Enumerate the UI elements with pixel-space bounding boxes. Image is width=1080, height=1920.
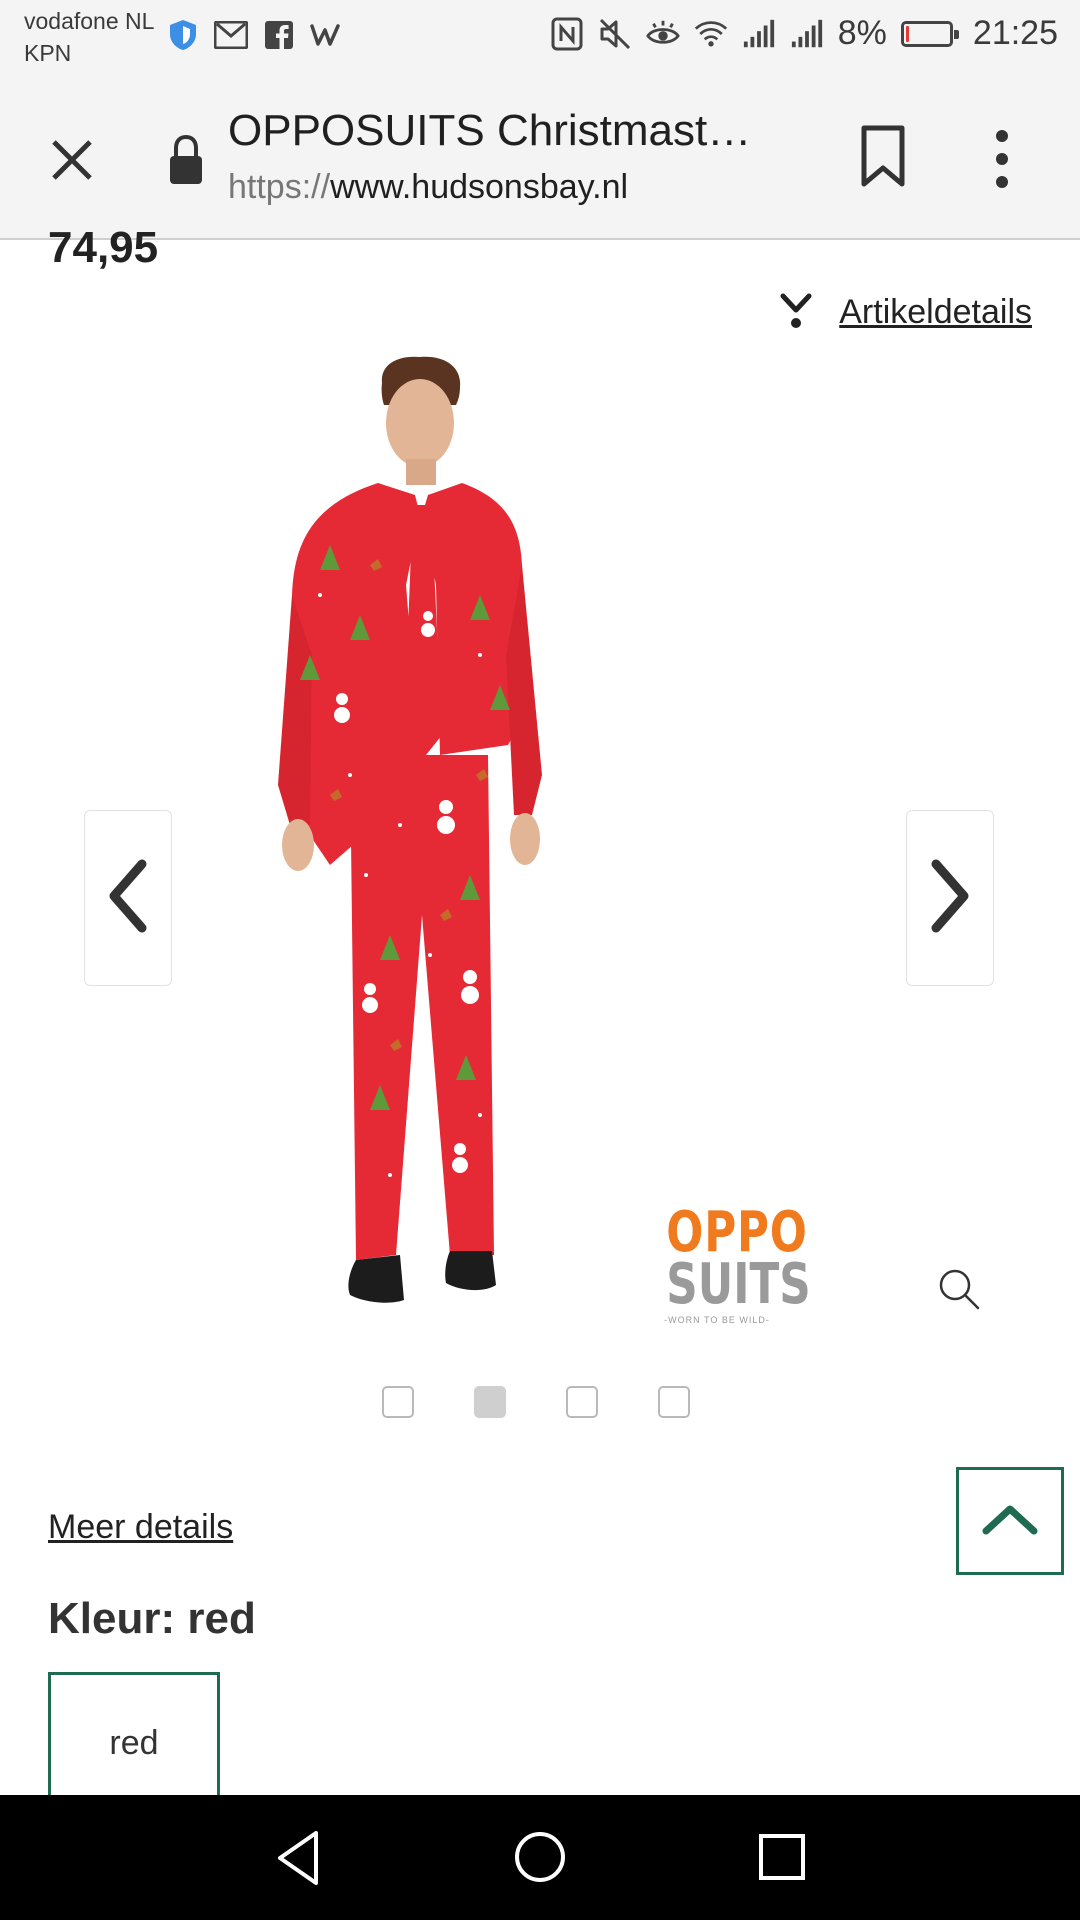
status-bar: vodafone NL KPN 8% 21:25 (0, 0, 1080, 80)
battery-level (905, 25, 909, 42)
article-details-label: Artikeldetails (839, 293, 1032, 331)
chevron-left-icon (104, 856, 152, 941)
carrier-secondary: KPN (24, 40, 72, 66)
chevron-up-icon (980, 1501, 1040, 1542)
logo-line-2: SUITS (666, 1252, 811, 1317)
scroll-to-top-button[interactable] (956, 1467, 1064, 1575)
facebook-icon (262, 18, 296, 52)
chevron-right-icon (926, 856, 974, 941)
signal-icon (742, 17, 776, 51)
product-image[interactable] (270, 355, 590, 1315)
battery-percent: 8% (837, 14, 887, 52)
wish-icon (310, 18, 344, 52)
color-heading: Kleur: red (48, 1594, 256, 1643)
back-icon[interactable] (270, 1827, 330, 1889)
url-bar[interactable]: https://www.hudsonsbay.nl (228, 168, 628, 207)
url-scheme: https:// (228, 168, 331, 206)
gmail-icon (214, 18, 248, 52)
recent-apps-icon[interactable] (752, 1827, 812, 1887)
notification-icons (166, 18, 344, 52)
system-navigation-bar (0, 1795, 1080, 1920)
opposuits-logo: OPPO SUITS -WORN TO BE WILD- (652, 1205, 811, 1335)
wifi-icon (694, 17, 728, 51)
more-details-link[interactable]: Meer details (48, 1508, 233, 1547)
mute-icon (598, 17, 632, 51)
previous-image-button[interactable] (84, 810, 172, 986)
system-icons: 8% 21:25 (550, 14, 1058, 53)
zoom-icon[interactable] (936, 1266, 982, 1312)
bookmark-icon[interactable] (858, 124, 908, 190)
carousel-dot[interactable] (382, 1386, 414, 1418)
page-title[interactable]: OPPOSUITS Christmast… (228, 106, 768, 156)
carousel-dot[interactable] (474, 1386, 506, 1418)
carousel-dot[interactable] (658, 1386, 690, 1418)
color-option-red[interactable]: red (48, 1672, 220, 1812)
more-vert-icon[interactable] (984, 124, 1020, 194)
logo-tagline: -WORN TO BE WILD- (664, 1315, 770, 1325)
carousel-indicators (382, 1386, 690, 1418)
lock-icon (166, 132, 206, 188)
battery-icon (900, 20, 959, 47)
nfc-icon (550, 17, 584, 51)
carrier-primary: vodafone NL (24, 8, 155, 34)
signal-icon (790, 17, 824, 51)
home-icon[interactable] (512, 1827, 568, 1887)
carousel-dot[interactable] (566, 1386, 598, 1418)
url-host: www.hudsonsbay.nl (330, 168, 629, 206)
eye-comfort-icon (645, 17, 680, 51)
chevron-down-icon (779, 290, 813, 335)
close-icon[interactable] (40, 128, 104, 192)
article-details-toggle[interactable]: Artikeldetails (779, 290, 1032, 335)
shield-app-icon (166, 18, 200, 52)
clock: 21:25 (972, 14, 1058, 52)
next-image-button[interactable] (906, 810, 994, 986)
browser-toolbar: OPPOSUITS Christmast… https://www.hudson… (0, 80, 1080, 240)
product-price: 74,95 (48, 223, 159, 272)
